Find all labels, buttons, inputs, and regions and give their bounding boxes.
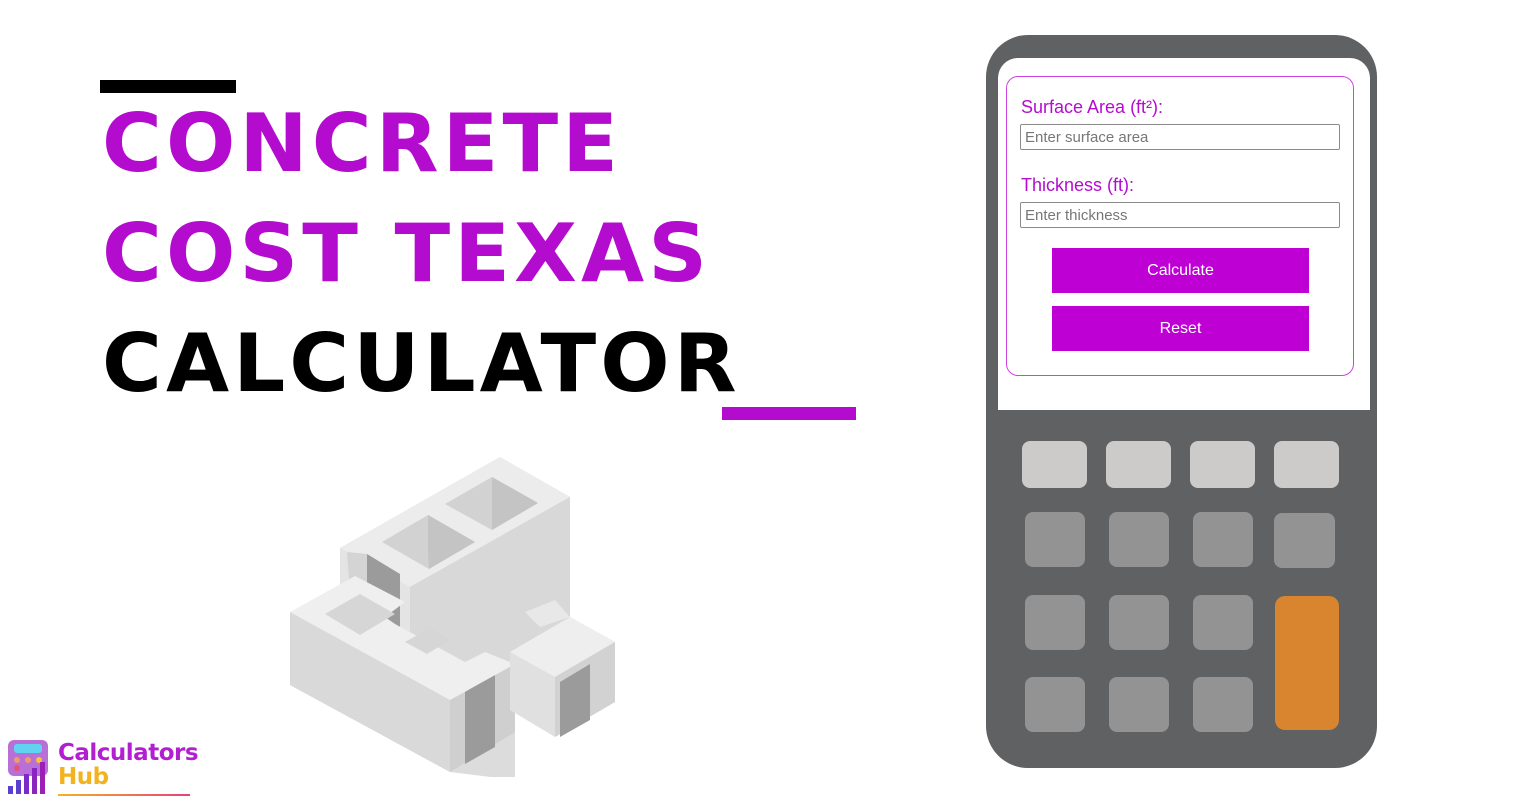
page-title-line-1: CONCRETE: [102, 97, 623, 190]
keypad-key: [1109, 595, 1169, 650]
keypad-key: [1193, 677, 1253, 732]
logo-underline: [58, 794, 190, 796]
keypad-key: [1022, 441, 1087, 488]
keypad-key: [1193, 512, 1253, 567]
title-decoration-bar-bottom: [722, 407, 856, 420]
title-decoration-bar-top: [100, 80, 236, 93]
concrete-blocks-icon: [290, 457, 615, 777]
reset-button[interactable]: Reset: [1052, 306, 1309, 351]
thickness-label: Thickness (ft):: [1021, 175, 1135, 195]
thickness-input[interactable]: [1020, 202, 1340, 228]
keypad-key: [1109, 677, 1169, 732]
surface-area-input[interactable]: [1020, 124, 1340, 150]
calculate-button[interactable]: Calculate: [1052, 248, 1309, 293]
keypad-key: [1274, 441, 1339, 488]
keypad-key: [1025, 512, 1085, 567]
logo-text-calculators: Calculators: [58, 740, 199, 766]
keypad-key: [1190, 441, 1255, 488]
keypad-key: [1274, 513, 1335, 568]
keypad-key: [1025, 677, 1085, 732]
page-title-line-2: COST TEXAS: [102, 207, 712, 300]
calculators-hub-logo[interactable]: Calculators Hub: [6, 738, 199, 798]
keypad-key: [1025, 595, 1085, 650]
keypad-key-equals: [1275, 596, 1339, 730]
page-title-line-3: CALCULATOR: [102, 317, 741, 410]
keypad-key: [1106, 441, 1171, 488]
keypad-key: [1109, 512, 1169, 567]
logo-text-hub: Hub: [58, 764, 109, 790]
surface-area-label: Surface Area (ft²):: [1021, 97, 1164, 117]
keypad-key: [1193, 595, 1253, 650]
calculator-chart-icon: [8, 740, 48, 794]
